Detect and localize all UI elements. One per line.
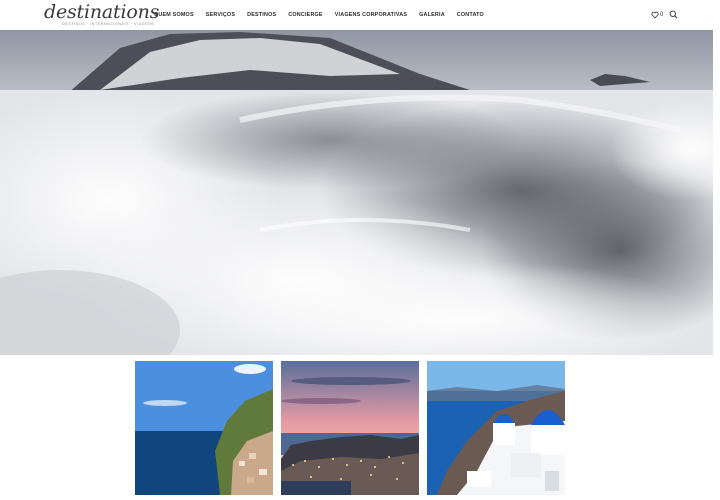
nav-item-galeria[interactable]: GALERIA bbox=[419, 12, 445, 18]
wishlist-count: 0 bbox=[660, 12, 664, 18]
logo-tagline: DESTINOS · INTERNACIONAIS · VIAGENS bbox=[62, 22, 155, 26]
heart-icon[interactable] bbox=[651, 11, 659, 19]
hero-image bbox=[0, 30, 713, 355]
nav-item-concierge[interactable]: CONCIERGE bbox=[288, 12, 322, 18]
gallery-card-dubrovnik[interactable] bbox=[281, 361, 419, 495]
nav-item-destinos[interactable]: DESTINOS bbox=[247, 12, 276, 18]
search-icon[interactable] bbox=[669, 10, 678, 19]
nav-item-quem-somos[interactable]: QUEM SOMOS bbox=[154, 12, 194, 18]
site-logo[interactable]: destinations DESTINOS · INTERNACIONAIS ·… bbox=[44, 2, 159, 28]
gallery-card-santorini[interactable] bbox=[427, 361, 565, 495]
main-nav: QUEM SOMOS SERVIÇOS DESTINOS CONCIERGE V… bbox=[154, 0, 496, 30]
nav-item-servicos[interactable]: SERVIÇOS bbox=[206, 12, 235, 18]
hero-mountain-clouds-image bbox=[0, 30, 713, 355]
site-header: destinations DESTINOS · INTERNACIONAIS ·… bbox=[0, 0, 720, 30]
amalfi-coast-image bbox=[135, 361, 273, 495]
logo-wordmark: destinations bbox=[44, 1, 160, 23]
gallery-card-amalfi[interactable] bbox=[135, 361, 273, 495]
santorini-image bbox=[427, 361, 565, 495]
nav-item-viagens-corporativas[interactable]: VIAGENS CORPORATIVAS bbox=[335, 12, 407, 18]
dubrovnik-image bbox=[281, 361, 419, 495]
nav-item-contato[interactable]: CONTATO bbox=[457, 12, 484, 18]
